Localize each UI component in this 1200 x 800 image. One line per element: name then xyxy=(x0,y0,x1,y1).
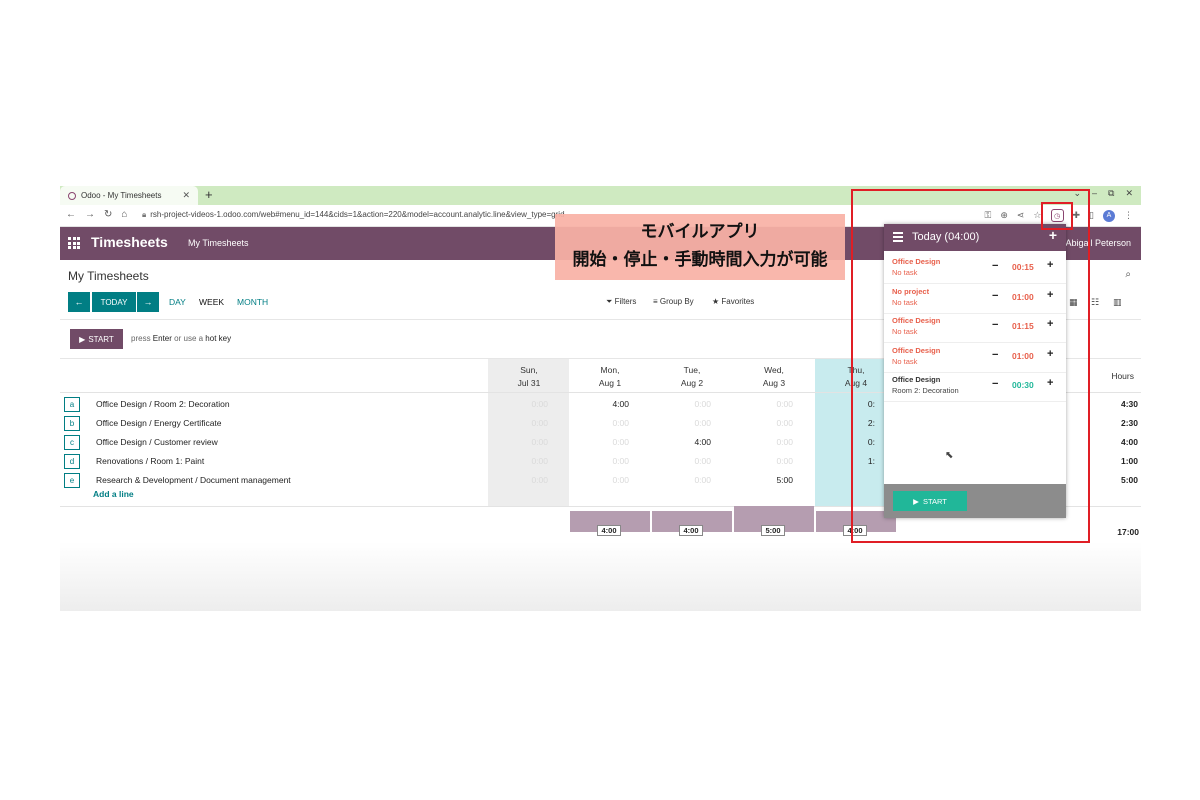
callout-line-2: 開始・停止・手動時間入力が可能 xyxy=(572,250,828,270)
kebab-menu-icon[interactable]: ⋮ xyxy=(1124,210,1133,221)
favorites-button[interactable]: ★ Favorites xyxy=(712,297,754,306)
range-month[interactable]: MONTH xyxy=(237,297,268,307)
row-hotkey[interactable]: e xyxy=(64,473,80,488)
grid-cell[interactable]: 0:00 xyxy=(569,418,651,428)
grid-cell[interactable]: 0:00 xyxy=(569,456,651,466)
row-label: Office Design / Customer review xyxy=(96,437,218,447)
range-day[interactable]: DAY xyxy=(169,297,186,307)
range-week[interactable]: WEEK xyxy=(199,297,224,307)
callout-line-1: モバイルアプリ xyxy=(640,222,760,242)
row-label: Office Design / Room 2: Decoration xyxy=(96,399,230,409)
row-total: 4:30 xyxy=(1120,399,1138,409)
profile-avatar[interactable]: A xyxy=(1103,209,1115,222)
row-total: 5:00 xyxy=(1120,475,1138,485)
reload-icon[interactable]: ↻ xyxy=(104,209,112,220)
menu-my-timesheets[interactable]: My Timesheets xyxy=(188,238,249,248)
start-timer-button[interactable]: ▶ START xyxy=(70,329,123,349)
graph-view-icon[interactable]: ▥ xyxy=(1113,297,1122,308)
group-by-label: Group By xyxy=(659,297,694,306)
browser-tab[interactable]: Odoo - My Timesheets ✕ xyxy=(60,186,198,205)
day-header: Wed, Aug 3 xyxy=(762,365,786,388)
group-by-button[interactable]: ≡ Group By xyxy=(653,297,694,306)
grid-cell[interactable]: 0:00 xyxy=(569,437,651,447)
new-tab-button[interactable]: + xyxy=(205,187,213,202)
grid-cell[interactable]: 0:00 xyxy=(733,456,815,466)
start-label: START xyxy=(88,334,114,344)
play-icon: ▶ xyxy=(79,334,86,344)
day-total-value: 4:00 xyxy=(679,525,703,536)
url-field[interactable]: 🔒︎ rsh-project-videos-1.odoo.com/web#menu… xyxy=(142,210,565,220)
row-hotkey[interactable]: a xyxy=(64,397,80,412)
grid-cell[interactable]: 0:00 xyxy=(488,475,570,485)
filters-button[interactable]: ⏷ Filters xyxy=(606,297,636,307)
grid-cell[interactable]: 4:00 xyxy=(651,437,733,447)
grid-cell[interactable]: 0:00 xyxy=(488,418,570,428)
row-hotkey[interactable]: d xyxy=(64,454,80,469)
grid-cell[interactable]: 0:00 xyxy=(488,399,570,409)
previous-button[interactable]: ← xyxy=(68,292,90,312)
feature-callout: モバイルアプリ 開始・停止・手動時間入力が可能 xyxy=(555,214,845,280)
grid-cell[interactable]: 0:00 xyxy=(733,437,815,447)
grid-cell[interactable]: 4:00 xyxy=(569,399,651,409)
page-title: My Timesheets xyxy=(68,269,149,283)
today-button[interactable]: TODAY xyxy=(92,292,136,312)
nav-buttons: ← → ↻ ⌂ xyxy=(66,209,127,220)
screenshot-stage: Odoo - My Timesheets ✕ + ⌄ – ⧉ ✕ ← → ↻ ⌂… xyxy=(0,0,1200,800)
favorites-label: Favorites xyxy=(721,297,755,306)
grid-cell[interactable]: 0:00 xyxy=(569,475,651,485)
lock-icon: 🔒︎ xyxy=(142,210,147,219)
grid-cell[interactable]: 0:00 xyxy=(733,418,815,428)
url-text: rsh-project-videos-1.odoo.com/web#menu_i… xyxy=(150,210,565,219)
row-label: Renovations / Room 1: Paint xyxy=(96,456,205,466)
grid-cell[interactable]: 0:00 xyxy=(733,399,815,409)
filters-label: Filters xyxy=(614,297,637,306)
grid-cell[interactable]: 0:00 xyxy=(488,437,570,447)
grid-cell[interactable]: 0:00 xyxy=(651,399,733,409)
close-window-icon[interactable]: ✕ xyxy=(1125,188,1133,199)
day-header: Sun, Jul 31 xyxy=(517,365,541,388)
grid-cell[interactable]: 0:00 xyxy=(651,418,733,428)
list-view-icon[interactable]: ☷ xyxy=(1091,297,1099,308)
grand-total: 17:00 xyxy=(1117,527,1139,537)
home-icon[interactable]: ⌂ xyxy=(121,209,127,220)
day-total-value: 5:00 xyxy=(761,525,785,536)
day-total-value: 4:00 xyxy=(597,525,621,536)
add-line-link[interactable]: Add a line xyxy=(93,489,134,499)
day-header: Tue, Aug 2 xyxy=(680,365,704,388)
grid-cell[interactable]: 0:00 xyxy=(651,475,733,485)
row-label: Office Design / Energy Certificate xyxy=(96,418,222,428)
minimize-icon[interactable]: – xyxy=(1092,188,1097,199)
close-tab-icon[interactable]: ✕ xyxy=(182,190,190,201)
day-header: Mon, Aug 1 xyxy=(598,365,622,388)
restore-icon[interactable]: ⧉ xyxy=(1108,188,1114,199)
row-label: Research & Development / Document manage… xyxy=(96,475,291,485)
forward-icon[interactable]: → xyxy=(85,209,95,220)
grid-cell[interactable]: 0:00 xyxy=(651,456,733,466)
odoo-favicon-icon xyxy=(68,191,76,200)
apps-grid-icon[interactable] xyxy=(68,237,80,249)
grid-cell[interactable]: 5:00 xyxy=(733,475,815,485)
extension-highlight-box xyxy=(1041,202,1073,230)
start-hint: press Enter or use a hot key xyxy=(131,334,232,343)
tab-title: Odoo - My Timesheets xyxy=(81,191,162,200)
row-hotkey[interactable]: c xyxy=(64,435,80,450)
row-hotkey[interactable]: b xyxy=(64,416,80,431)
next-button[interactable]: → xyxy=(137,292,159,312)
hours-header: Hours xyxy=(1111,371,1134,381)
row-total: 4:00 xyxy=(1120,437,1138,447)
row-total: 1:00 xyxy=(1120,456,1138,466)
bottom-fade xyxy=(60,542,1141,611)
popup-highlight-box xyxy=(851,189,1090,543)
grid-cell[interactable]: 0:00 xyxy=(488,456,570,466)
search-icon[interactable]: ⌕ xyxy=(1125,269,1131,280)
row-total: 2:30 xyxy=(1120,418,1138,428)
back-icon[interactable]: ← xyxy=(66,209,76,220)
app-name[interactable]: Timesheets xyxy=(91,234,168,250)
